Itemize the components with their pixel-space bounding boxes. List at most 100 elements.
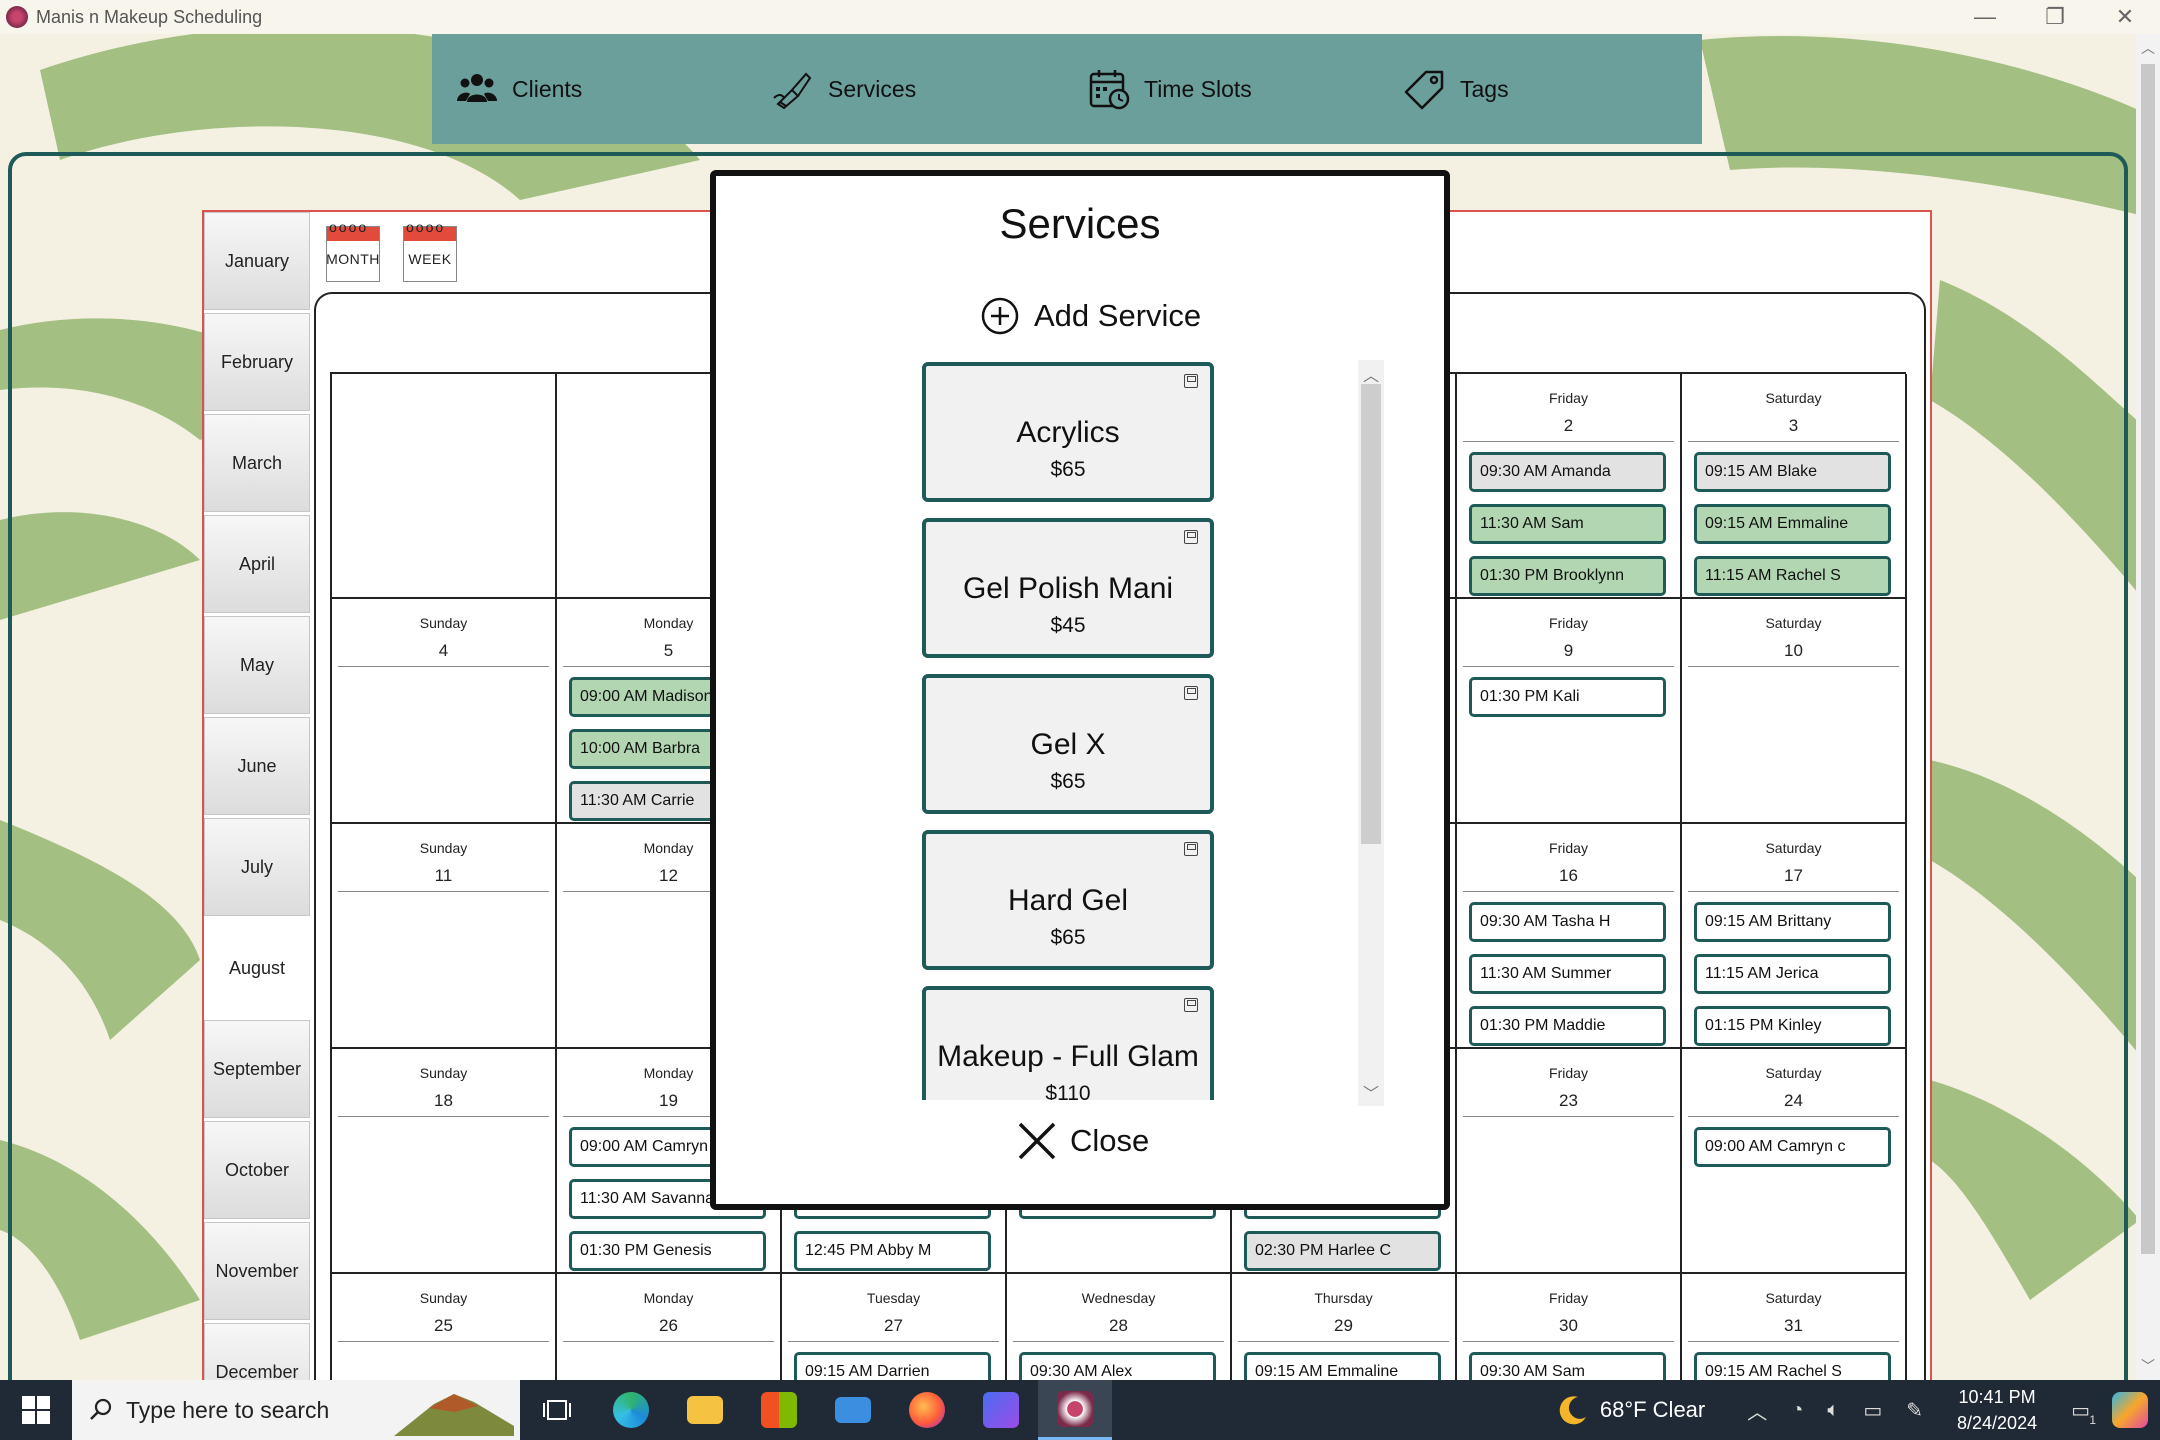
notification-icon[interactable]: ▭ 1 xyxy=(2071,1398,2096,1427)
appointment[interactable]: 09:00 AM Camryn c xyxy=(1694,1127,1891,1167)
day-of-week: Saturday xyxy=(1765,1065,1822,1081)
divider xyxy=(338,666,549,667)
save-icon[interactable] xyxy=(1184,842,1198,856)
modal-title: Services xyxy=(999,200,1161,247)
service-list[interactable]: Acrylics $65 Gel Polish Mani $45 Gel X $65 Har… xyxy=(920,362,1222,1100)
day-cell[interactable]: Saturday 24 09:00 AM Camryn c xyxy=(1682,1049,1907,1274)
users-icon xyxy=(457,74,497,102)
month-tab-september[interactable]: September xyxy=(204,1020,310,1118)
day-cell[interactable]: Sunday 18 xyxy=(332,1049,557,1274)
appointment[interactable]: 01:30 PM Maddie xyxy=(1469,1006,1666,1046)
month-tab-march[interactable]: March xyxy=(204,414,310,512)
week-view-button[interactable]: WEEK xyxy=(403,219,457,282)
window-scrollbar[interactable]: ︿ ﹀ xyxy=(2136,34,2160,1380)
taskbar-edge[interactable] xyxy=(594,1380,668,1440)
appointment[interactable]: 01:30 PM Kali xyxy=(1469,677,1666,717)
day-cell[interactable]: Saturday 10 xyxy=(1682,599,1907,824)
day-cell[interactable]: Friday 2 09:30 AM Amanda 11:30 AM Sam 01:30 … xyxy=(1457,374,1682,599)
minimize-button[interactable]: — xyxy=(1950,0,2020,34)
appointment[interactable]: 01:30 PM Genesis xyxy=(569,1231,766,1271)
appointment[interactable]: 02:30 PM Harlee C xyxy=(1244,1231,1441,1271)
nav-services-label: Services xyxy=(828,75,917,102)
day-cell[interactable]: Sunday 4 xyxy=(332,599,557,824)
month-tab-november[interactable]: November xyxy=(204,1222,310,1320)
service-card[interactable]: Makeup - Full Glam $110 xyxy=(922,986,1214,1100)
taskbar-search[interactable]: Type here to search xyxy=(72,1380,520,1440)
modal-scrollbar[interactable]: ︿ ﹀ xyxy=(1358,360,1384,1106)
weather-widget[interactable]: 68°F Clear xyxy=(1556,1393,1705,1427)
divider xyxy=(1463,666,1674,667)
scroll-down-icon[interactable]: ﹀ xyxy=(2136,1356,2160,1376)
appointment[interactable]: 11:15 AM Rachel S xyxy=(1694,556,1891,596)
chevron-up-icon[interactable]: ︿ xyxy=(1747,1396,1767,1425)
scroll-up-icon[interactable]: ︿ xyxy=(1358,362,1384,386)
scroll-up-icon[interactable]: ︿ xyxy=(2136,38,2160,58)
taskbar-copilot-app[interactable] xyxy=(964,1380,1038,1440)
service-card[interactable]: Acrylics $65 xyxy=(922,362,1214,502)
pen-icon[interactable]: ✎ xyxy=(1906,1398,1923,1423)
save-icon[interactable] xyxy=(1184,686,1198,700)
service-card[interactable]: Gel X $65 xyxy=(922,674,1214,814)
task-view-button[interactable] xyxy=(520,1380,594,1440)
close-modal-button[interactable]: Close xyxy=(1016,1120,1149,1162)
month-tab-august[interactable]: August xyxy=(204,919,310,1017)
nav-clients[interactable]: Clients xyxy=(432,34,748,144)
month-tab-may[interactable]: May xyxy=(204,616,310,714)
moon-icon xyxy=(1559,1396,1586,1425)
appointment[interactable]: 11:30 AM Summer xyxy=(1469,954,1666,994)
nav-tags[interactable]: Tags xyxy=(1380,34,1696,144)
day-of-week: Saturday xyxy=(1765,390,1822,406)
appointment[interactable]: 09:30 AM Tasha H xyxy=(1469,902,1666,942)
month-tab-october[interactable]: October xyxy=(204,1121,310,1219)
taskbar-store[interactable] xyxy=(742,1380,816,1440)
day-number: 2 xyxy=(1563,416,1574,435)
month-tab-february[interactable]: February xyxy=(204,313,310,411)
day-cell[interactable]: Sunday 11 xyxy=(332,824,557,1049)
taskbar-mail[interactable] xyxy=(816,1380,890,1440)
battery-icon[interactable]: ▭ xyxy=(1863,1398,1882,1423)
volume-icon[interactable]: 🔈︎ xyxy=(1827,1399,1839,1422)
appointment[interactable]: 12:45 PM Abby M xyxy=(794,1231,991,1271)
taskbar-scheduling-app[interactable] xyxy=(1038,1380,1112,1440)
month-view-button[interactable]: MONTH xyxy=(326,219,380,282)
scrollbar-thumb[interactable] xyxy=(1361,384,1381,844)
scrollbar-thumb[interactable] xyxy=(2141,64,2155,1254)
close-window-button[interactable]: ✕ xyxy=(2090,0,2160,34)
day-cell[interactable]: Friday 16 09:30 AM Tasha H 11:30 AM Summer 0… xyxy=(1457,824,1682,1049)
add-service-button[interactable]: Add Service xyxy=(980,296,1201,336)
save-icon[interactable] xyxy=(1184,530,1198,544)
day-cell[interactable]: Friday 9 01:30 PM Kali xyxy=(1457,599,1682,824)
service-card[interactable]: Gel Polish Mani $45 xyxy=(922,518,1214,658)
restore-button[interactable]: ❐ xyxy=(2020,0,2090,34)
appointment[interactable]: 09:15 AM Emmaline xyxy=(1694,504,1891,544)
appointment[interactable]: 01:30 PM Brooklynn xyxy=(1469,556,1666,596)
appointment[interactable]: 01:15 PM Kinley xyxy=(1694,1006,1891,1046)
month-tab-april[interactable]: April xyxy=(204,515,310,613)
taskbar-file-explorer[interactable] xyxy=(668,1380,742,1440)
save-icon[interactable] xyxy=(1184,998,1198,1012)
start-button[interactable] xyxy=(0,1380,72,1440)
clock[interactable]: 10:41 PM 8/24/2024 xyxy=(1957,1384,2037,1436)
nav-services[interactable]: Services xyxy=(748,34,1064,144)
scroll-down-icon[interactable]: ﹀ xyxy=(1358,1080,1384,1104)
nav-time-slots[interactable]: Time Slots xyxy=(1064,34,1380,144)
network-icon[interactable]: ◔ xyxy=(1791,1399,1803,1422)
copilot-icon[interactable] xyxy=(2112,1392,2148,1428)
divider xyxy=(1688,1341,1899,1342)
day-cell[interactable] xyxy=(332,374,557,599)
taskbar-firefox[interactable] xyxy=(890,1380,964,1440)
month-tab-january[interactable]: January xyxy=(204,212,310,310)
appointment[interactable]: 09:15 AM Blake xyxy=(1694,452,1891,492)
day-cell[interactable]: Friday 23 xyxy=(1457,1049,1682,1274)
service-card[interactable]: Hard Gel $65 xyxy=(922,830,1214,970)
divider xyxy=(1463,441,1674,442)
day-cell[interactable]: Saturday 17 09:15 AM Brittany 11:15 AM Jeri… xyxy=(1682,824,1907,1049)
day-cell[interactable]: Saturday 3 09:15 AM Blake 09:15 AM Emmaline… xyxy=(1682,374,1907,599)
appointment[interactable]: 11:30 AM Sam xyxy=(1469,504,1666,544)
appointment[interactable]: 09:15 AM Brittany xyxy=(1694,902,1891,942)
month-tab-july[interactable]: July xyxy=(204,818,310,916)
month-tab-june[interactable]: June xyxy=(204,717,310,815)
save-icon[interactable] xyxy=(1184,374,1198,388)
appointment[interactable]: 09:30 AM Amanda xyxy=(1469,452,1666,492)
appointment[interactable]: 11:15 AM Jerica xyxy=(1694,954,1891,994)
